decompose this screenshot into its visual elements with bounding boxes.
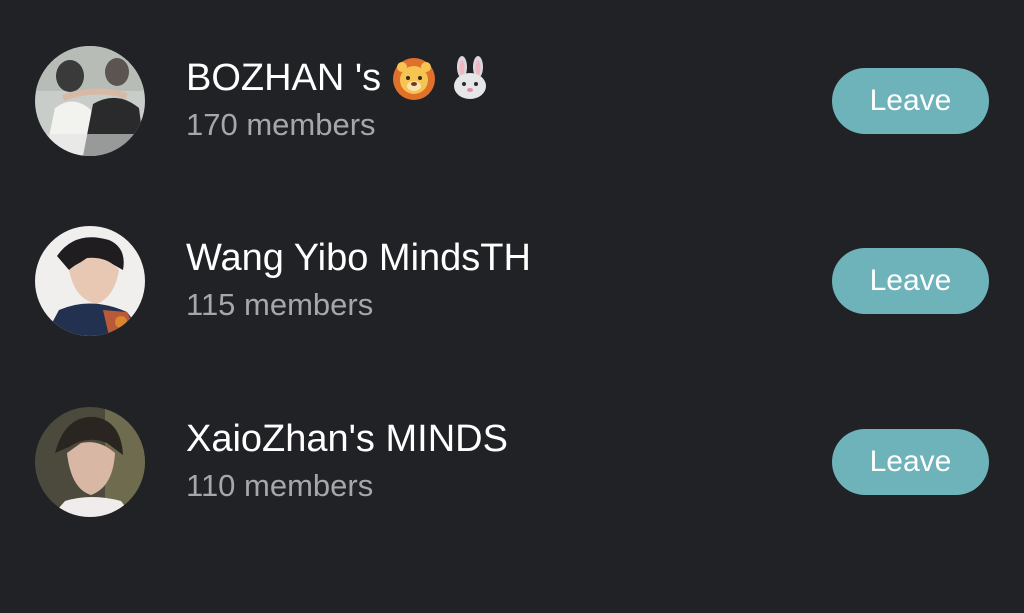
group-info: XaioZhan's MINDS 110 members (186, 416, 508, 506)
group-list: BOZHAN 's 170 members Leave Wang Yibo Mi… (0, 0, 1024, 613)
group-name: Wang Yibo MindsTH (186, 235, 531, 281)
avatar-image (35, 46, 145, 156)
rabbit-face-icon (447, 55, 493, 101)
group-row[interactable]: Wang Yibo MindsTH 115 members Leave (0, 221, 1024, 341)
lion-face-icon (391, 55, 437, 101)
group-name: BOZHAN 's (186, 55, 493, 101)
avatar-image (35, 226, 145, 336)
member-count: 170 members (186, 107, 376, 142)
leave-button[interactable]: Leave (832, 68, 989, 134)
group-info: Wang Yibo MindsTH 115 members (186, 235, 531, 325)
group-info: BOZHAN 's 170 members (186, 55, 493, 145)
group-name-text: XaioZhan's MINDS (186, 418, 508, 460)
group-avatar[interactable] (35, 226, 145, 336)
leave-button[interactable]: Leave (832, 248, 989, 314)
group-row[interactable]: BOZHAN 's 170 members Leave (0, 41, 1024, 161)
group-name-text: Wang Yibo MindsTH (186, 237, 531, 279)
group-row[interactable]: XaioZhan's MINDS 110 members Leave (0, 402, 1024, 522)
group-name-text: BOZHAN 's (186, 57, 382, 99)
avatar-image (35, 407, 145, 517)
group-avatar[interactable] (35, 46, 145, 156)
group-avatar[interactable] (35, 407, 145, 517)
member-count: 115 members (186, 287, 374, 322)
group-name: XaioZhan's MINDS (186, 416, 508, 462)
leave-button[interactable]: Leave (832, 429, 989, 495)
member-count: 110 members (186, 468, 374, 503)
